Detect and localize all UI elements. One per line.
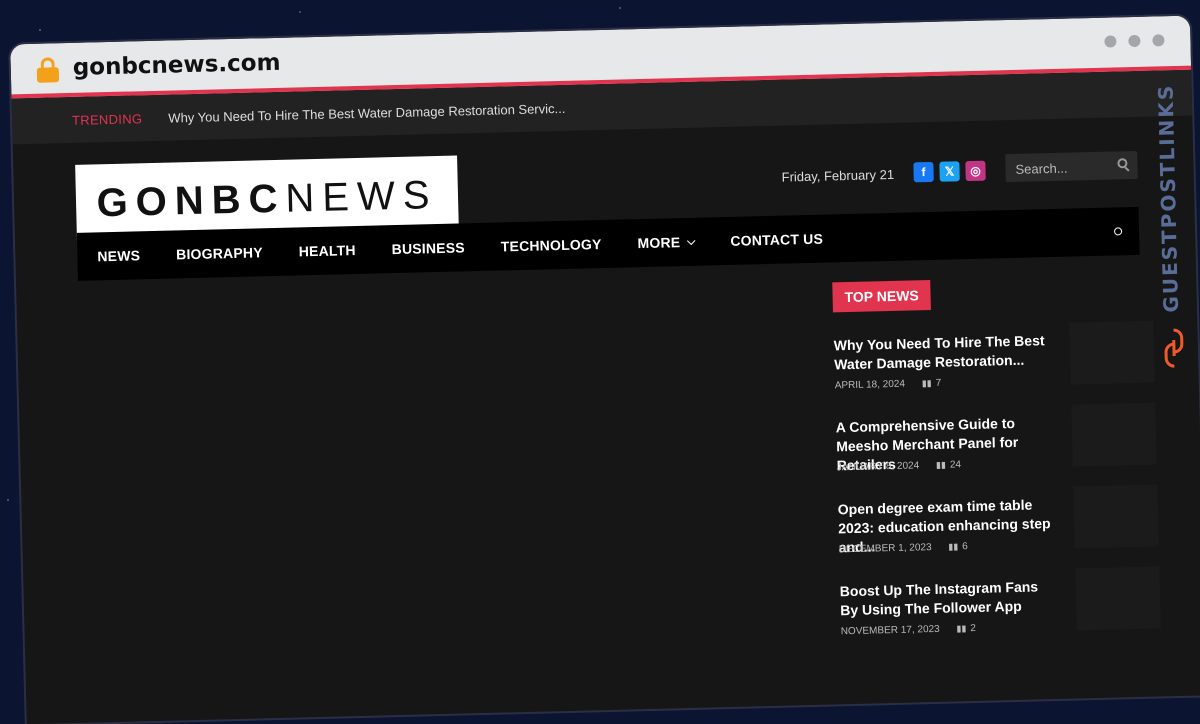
post-title-link[interactable]: Why You Need To Hire The Best Water Dama…: [834, 331, 1051, 374]
logo-light-text: NEWS: [285, 173, 438, 222]
post-thumbnail[interactable]: [1069, 321, 1154, 385]
post-views: 7: [936, 378, 942, 389]
list-item[interactable]: Boost Up The Instagram Fans By Using The…: [840, 574, 1162, 664]
theme-toggle-sun-icon[interactable]: [1111, 224, 1125, 238]
nav-item-health[interactable]: HEALTH: [281, 242, 374, 260]
post-date: JANUARY 8, 2024: [837, 460, 920, 473]
post-meta: NOVEMBER 17, 2023 ▮▮ 2: [841, 623, 976, 637]
x-icon[interactable]: 𝕏: [939, 161, 959, 181]
post-date: NOVEMBER 17, 2023: [841, 624, 940, 637]
browser-window: gonbcnews.com TRENDING Why You Need To H…: [10, 16, 1200, 724]
chain-link-icon: [1163, 328, 1184, 368]
post-thumbnail[interactable]: [1075, 566, 1160, 630]
instagram-icon[interactable]: ◎: [965, 161, 985, 181]
search-icon[interactable]: [1117, 158, 1127, 168]
search-input[interactable]: [1005, 151, 1118, 184]
views-icon: ▮▮: [948, 541, 958, 552]
post-thumbnail[interactable]: [1073, 485, 1158, 549]
logo-bold-text: GONBC: [96, 176, 286, 226]
views-icon: ▮▮: [936, 460, 946, 471]
watermark-text: GUESTPOSTLINKS: [1153, 78, 1183, 319]
post-views: 2: [970, 623, 976, 634]
sidebar: TOP NEWS Why You Need To Hire The Best W…: [832, 275, 1161, 665]
facebook-icon[interactable]: f: [913, 162, 933, 182]
nav-item-technology[interactable]: TECHNOLOGY: [483, 236, 620, 255]
views-icon: ▮▮: [956, 623, 966, 634]
views-icon: ▮▮: [922, 378, 932, 389]
current-date: Friday, February 21: [781, 167, 894, 185]
nav-item-more[interactable]: MORE: [619, 233, 712, 251]
post-date: APRIL 18, 2024: [835, 379, 905, 392]
nav-item-contact-us[interactable]: CONTACT US: [712, 230, 841, 249]
chevron-down-icon: [687, 237, 695, 245]
trending-label: TRENDING: [72, 111, 143, 128]
nav-item-business[interactable]: BUSINESS: [373, 239, 483, 258]
post-thumbnail[interactable]: [1071, 403, 1156, 467]
window-dot-icon[interactable]: [1152, 34, 1164, 46]
trending-headline-link[interactable]: Why You Need To Hire The Best Water Dama…: [168, 100, 565, 125]
social-links: f 𝕏 ◎: [913, 161, 985, 183]
post-date: DECEMBER 1, 2023: [839, 542, 932, 555]
post-views: 24: [950, 459, 961, 470]
search-box: [1005, 151, 1138, 182]
main-content-area: [78, 281, 818, 699]
top-news-heading: TOP NEWS: [832, 280, 931, 312]
nav-item-biography[interactable]: BIOGRAPHY: [158, 244, 281, 263]
lock-icon: [37, 57, 60, 82]
post-meta: APRIL 18, 2024 ▮▮ 7: [835, 378, 942, 392]
nav-item-news[interactable]: NEWS: [77, 247, 158, 265]
address-bar-url[interactable]: gonbcnews.com: [72, 50, 280, 81]
post-title-link[interactable]: Boost Up The Instagram Fans By Using The…: [840, 577, 1057, 620]
window-controls: [1104, 34, 1164, 47]
nav-item-more-label: MORE: [637, 234, 680, 251]
window-dot-icon[interactable]: [1128, 35, 1140, 47]
window-dot-icon[interactable]: [1104, 35, 1116, 47]
post-views: 6: [962, 541, 968, 552]
